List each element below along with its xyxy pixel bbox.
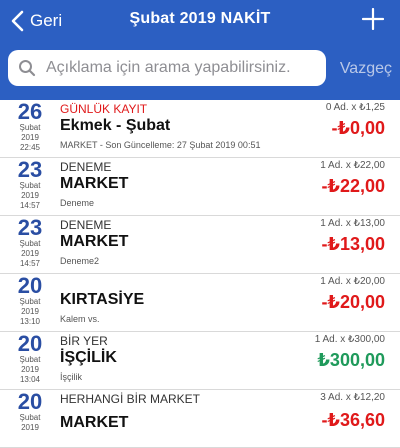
transaction-quantity: 1 Ad. x ₺13,00 [320, 218, 385, 229]
date-month: Şubat [19, 413, 41, 422]
date-day: 20 [17, 389, 43, 414]
date-block: 20 Şubat 2019 13:04 [8, 332, 52, 385]
date-time: 14:57 [19, 259, 41, 268]
transaction-amount: -₺22,00 [321, 176, 385, 196]
date-day: 20 [17, 273, 43, 298]
transaction-row[interactable]: 20 Şubat 2019 13:04 BİR YER İŞÇİLİK İşçilik 1 A… [0, 332, 400, 390]
transaction-amount: -₺0,00 [331, 118, 385, 138]
transaction-amount: -₺13,00 [321, 234, 385, 254]
transaction-note: Kalem vs. [60, 314, 100, 324]
date-block: 23 Şubat 2019 14:57 [8, 158, 52, 211]
transaction-row[interactable]: 20 Şubat 2019 HERHANGİ BİR MARKET MARKET 3 Ad… [0, 390, 400, 448]
date-day: 23 [17, 157, 43, 182]
transaction-name: İŞÇİLİK [60, 349, 117, 366]
transaction-list: 26 Şubat 2019 22:45 GÜNLÜK KAYIT Ekmek - Şuba… [0, 100, 400, 448]
transaction-row[interactable]: 20 Şubat 2019 13:10 KIRTASİYE Kalem vs. 1 Ad. … [0, 274, 400, 332]
search-box[interactable] [8, 50, 326, 86]
date-month: Şubat [19, 239, 41, 248]
transaction-quantity: 1 Ad. x ₺300,00 [314, 334, 385, 345]
date-year: 2019 [21, 191, 39, 200]
transaction-amount: ₺300,00 [317, 350, 385, 370]
transaction-quantity: 1 Ad. x ₺22,00 [320, 160, 385, 171]
date-year: 2019 [21, 133, 39, 142]
date-time: 13:04 [19, 375, 41, 384]
date-time: 13:10 [19, 317, 41, 326]
date-month: Şubat [19, 123, 41, 132]
date-year: 2019 [21, 307, 39, 316]
transaction-row[interactable]: 23 Şubat 2019 14:57 DENEME MARKET Deneme2 1 Ad.… [0, 216, 400, 274]
date-block: 23 Şubat 2019 14:57 [8, 216, 52, 269]
nav-header: Geri Şubat 2019 NAKİT Vazgeç [0, 0, 400, 100]
date-block: 20 Şubat 2019 [8, 390, 52, 433]
transaction-note: MARKET - Son Güncelleme: 27 Şubat 2019 0… [60, 140, 261, 150]
date-year: 2019 [21, 423, 39, 432]
transaction-quantity: 3 Ad. x ₺12,20 [320, 392, 385, 403]
transaction-category: DENEME [60, 218, 112, 232]
transaction-name: MARKET [60, 233, 129, 250]
date-month: Şubat [19, 355, 41, 364]
page-title: Şubat 2019 NAKİT [129, 10, 271, 27]
transaction-row[interactable]: 23 Şubat 2019 14:57 DENEME MARKET Deneme 1 Ad. … [0, 158, 400, 216]
search-icon [19, 60, 36, 77]
date-block: 20 Şubat 2019 13:10 [8, 274, 52, 327]
cancel-button[interactable]: Vazgeç [340, 60, 392, 78]
date-day: 23 [17, 215, 43, 240]
transaction-note: Deneme [60, 198, 95, 208]
transaction-category: HERHANGİ BİR MARKET [60, 392, 201, 406]
transaction-amount: -₺20,00 [321, 292, 385, 312]
date-year: 2019 [21, 365, 39, 374]
date-block: 26 Şubat 2019 22:45 [8, 100, 52, 153]
date-month: Şubat [19, 181, 41, 190]
date-day: 26 [17, 99, 43, 124]
transaction-name: KIRTASİYE [60, 291, 145, 308]
transaction-name: MARKET [60, 414, 129, 431]
transaction-name: MARKET [60, 175, 129, 192]
search-input[interactable] [44, 58, 326, 78]
date-time: 22:45 [19, 143, 41, 152]
transaction-note: Deneme2 [60, 256, 100, 266]
date-year: 2019 [21, 249, 39, 258]
transaction-name: Ekmek - Şubat [60, 117, 171, 134]
transaction-category: BİR YER [60, 334, 108, 348]
date-month: Şubat [19, 297, 41, 306]
date-day: 20 [17, 331, 43, 356]
transaction-note: İşçilik [60, 372, 82, 382]
transaction-category: GÜNLÜK KAYIT [60, 102, 148, 116]
transaction-row[interactable]: 26 Şubat 2019 22:45 GÜNLÜK KAYIT Ekmek - Şuba… [0, 100, 400, 158]
transaction-quantity: 1 Ad. x ₺20,00 [320, 276, 385, 287]
transaction-category: DENEME [60, 160, 112, 174]
transaction-quantity: 0 Ad. x ₺1,25 [325, 102, 385, 113]
plus-icon[interactable] [362, 8, 384, 30]
date-time: 14:57 [19, 201, 41, 210]
